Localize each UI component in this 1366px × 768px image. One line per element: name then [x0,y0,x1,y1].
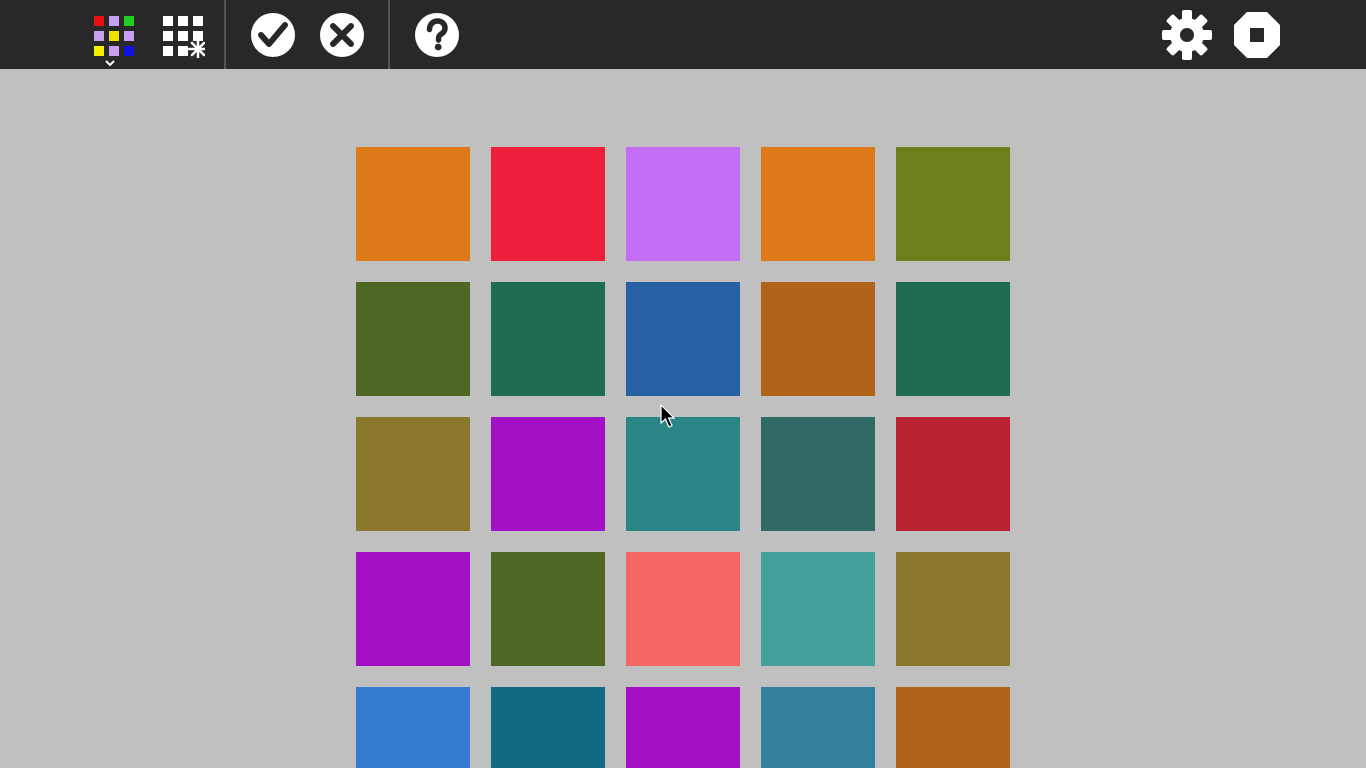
palette-select-button[interactable] [80,0,140,69]
grid-sparkle-icon [163,15,205,58]
color-tile[interactable] [356,687,470,768]
color-tile[interactable] [626,687,740,768]
toolbar-separator [224,0,226,69]
color-tile[interactable] [626,282,740,396]
color-tile[interactable] [761,282,875,396]
palette-swatch [94,15,104,26]
close-circle-icon [320,12,364,57]
palette-swatch [124,45,134,56]
palette-swatch [109,45,119,56]
gear-icon [1162,9,1212,60]
color-tile[interactable] [626,417,740,531]
color-tile[interactable] [491,687,605,768]
color-tile[interactable] [896,687,1010,768]
color-tile[interactable] [896,417,1010,531]
color-tile[interactable] [491,417,605,531]
settings-button[interactable] [1160,0,1214,69]
color-tile[interactable] [896,552,1010,666]
color-tile[interactable] [761,417,875,531]
color-tile[interactable] [896,282,1010,396]
color-tile-board [0,69,1366,768]
check-button[interactable] [248,0,298,69]
color-tile[interactable] [896,147,1010,261]
question-circle-icon [415,12,459,57]
color-tile[interactable] [626,552,740,666]
color-tile[interactable] [491,282,605,396]
palette-swatch [124,30,134,41]
color-tile[interactable] [356,282,470,396]
color-tile[interactable] [356,147,470,261]
color-tile[interactable] [356,417,470,531]
palette-swatch [94,45,104,56]
toolbar-separator [388,0,390,69]
help-button[interactable] [412,0,462,69]
color-tile[interactable] [761,552,875,666]
stop-button[interactable] [1230,0,1284,69]
palette-swatch [94,30,104,41]
check-circle-icon [251,12,295,57]
palette-swatch [109,30,119,41]
color-tile[interactable] [491,552,605,666]
color-grid-icon [88,5,134,66]
color-tile[interactable] [761,687,875,768]
cancel-button[interactable] [317,0,367,69]
color-tile[interactable] [356,552,470,666]
palette-swatch [124,15,134,26]
toolbar [0,0,1366,69]
stop-octagon-icon [1234,11,1280,58]
color-tile[interactable] [491,147,605,261]
palette-swatch [109,15,119,26]
chevron-down-icon [105,59,115,66]
color-tile[interactable] [626,147,740,261]
color-tile[interactable] [761,147,875,261]
new-game-button[interactable] [150,0,210,69]
